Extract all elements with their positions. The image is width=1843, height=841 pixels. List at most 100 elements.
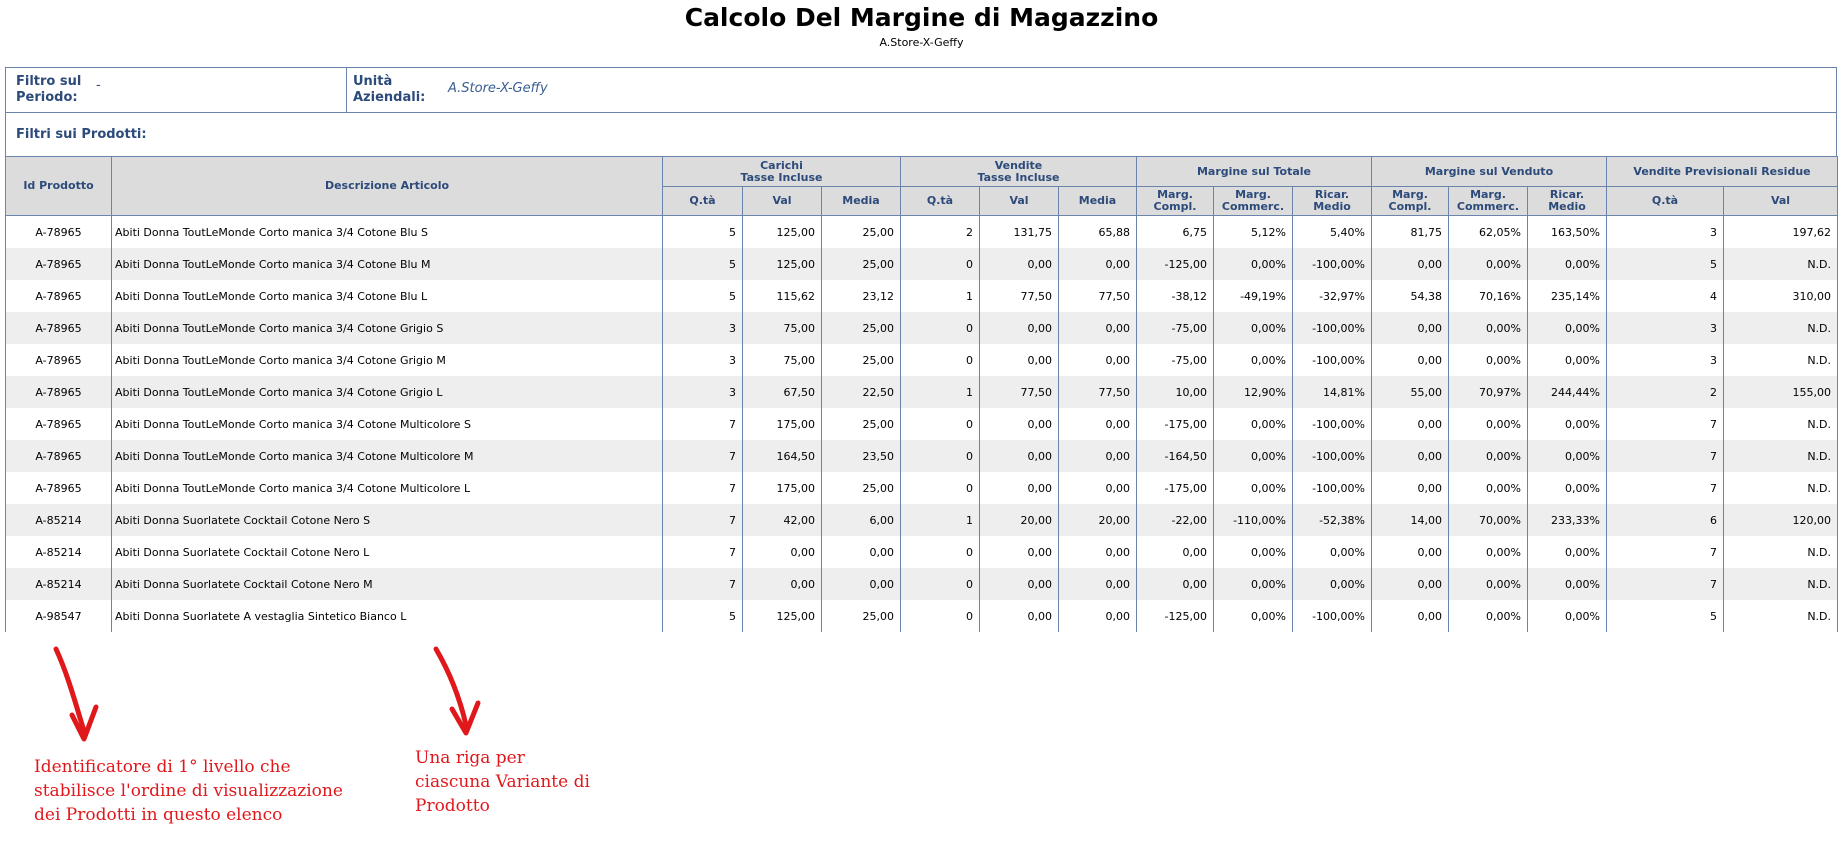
cell-tot-marg-commerc: 0,00% — [1213, 312, 1293, 344]
cell-tot-marg-commerc: 0,00% — [1213, 536, 1293, 568]
cell-carichi-qta: 5 — [662, 215, 743, 248]
cell-prev-val: 197,62 — [1722, 215, 1839, 248]
cell-desc: Abiti Donna Suorlatete Cocktail Cotone N… — [111, 504, 663, 536]
cell-carichi-qta: 3 — [662, 312, 743, 344]
col-vend-ricar-medio: Ricar. Medio — [1527, 186, 1607, 216]
cell-vend-marg-commerc: 70,16% — [1448, 280, 1528, 312]
header-row-groups: Id Prodotto Descrizione Articolo Carichi… — [5, 156, 1839, 216]
cell-vend-marg-commerc: 0,00% — [1448, 472, 1528, 504]
cell-tot-marg-commerc: 0,00% — [1213, 344, 1293, 376]
cell-id: A-78965 — [5, 280, 112, 312]
cell-tot-marg-compl: -75,00 — [1136, 344, 1214, 376]
table-row: A-78965 Abiti Donna ToutLeMonde Corto man… — [5, 280, 1839, 312]
table-row: A-85214 Abiti Donna Suorlatete Cocktail C… — [5, 536, 1839, 568]
cell-prev-val: N.D. — [1722, 248, 1839, 280]
cell-carichi-val: 115,62 — [742, 280, 822, 312]
cell-id: A-78965 — [5, 376, 112, 408]
cell-tot-ricar-medio: -52,38% — [1292, 504, 1372, 536]
cell-desc: Abiti Donna ToutLeMonde Corto manica 3/4… — [111, 440, 663, 472]
cell-vendite-val: 0,00 — [979, 312, 1059, 344]
cell-tot-marg-compl: 0,00 — [1136, 536, 1214, 568]
col-vendite-media: Media — [1058, 186, 1137, 216]
cell-vend-marg-commerc: 70,00% — [1448, 504, 1528, 536]
cell-tot-ricar-medio: -32,97% — [1292, 280, 1372, 312]
cell-carichi-media: 25,00 — [821, 408, 901, 440]
cell-vendite-media: 0,00 — [1058, 312, 1137, 344]
cell-vend-ricar-medio: 0,00% — [1527, 472, 1607, 504]
cell-vend-marg-compl: 81,75 — [1371, 215, 1449, 248]
table-row: A-78965 Abiti Donna ToutLeMonde Corto man… — [5, 440, 1839, 472]
cell-tot-ricar-medio: -100,00% — [1292, 440, 1372, 472]
cell-tot-marg-commerc: 0,00% — [1213, 472, 1293, 504]
col-desc-header: Descrizione Articolo — [111, 156, 663, 216]
cell-vend-ricar-medio: 233,33% — [1527, 504, 1607, 536]
cell-vendite-val: 77,50 — [979, 280, 1059, 312]
cell-tot-marg-compl: -164,50 — [1136, 440, 1214, 472]
cell-vend-ricar-medio: 0,00% — [1527, 568, 1607, 600]
col-prev-qta: Q.tà — [1606, 186, 1724, 216]
cell-vendite-media: 0,00 — [1058, 440, 1137, 472]
cell-carichi-media: 25,00 — [821, 215, 901, 248]
table-row: A-78965 Abiti Donna ToutLeMonde Corto man… — [5, 472, 1839, 504]
cell-vend-ricar-medio: 0,00% — [1527, 344, 1607, 376]
cell-tot-ricar-medio: -100,00% — [1292, 408, 1372, 440]
cell-carichi-qta: 7 — [662, 504, 743, 536]
cell-desc: Abiti Donna ToutLeMonde Corto manica 3/4… — [111, 312, 663, 344]
cell-desc: Abiti Donna Suorlatete Cocktail Cotone N… — [111, 568, 663, 600]
cell-tot-marg-compl: 10,00 — [1136, 376, 1214, 408]
table-row: A-78965 Abiti Donna ToutLeMonde Corto man… — [5, 248, 1839, 280]
cell-id: A-78965 — [5, 248, 112, 280]
cell-vendite-val: 131,75 — [979, 215, 1059, 248]
left-annotation-arrow — [53, 646, 99, 742]
left-annotation: Identificatore di 1° livello che stabili… — [34, 757, 343, 825]
col-tot-marg-compl: Marg. Compl. — [1136, 186, 1214, 216]
cell-carichi-val: 0,00 — [742, 536, 822, 568]
cell-prev-qta: 5 — [1606, 600, 1724, 632]
cell-tot-marg-compl: -22,00 — [1136, 504, 1214, 536]
cell-vend-marg-compl: 0,00 — [1371, 344, 1449, 376]
cell-vendite-qta: 0 — [900, 248, 980, 280]
report-subtitle: A.Store-X-Geffy — [879, 36, 964, 49]
cell-vendite-media: 77,50 — [1058, 280, 1137, 312]
cell-prev-qta: 7 — [1606, 472, 1724, 504]
cell-vend-ricar-medio: 0,00% — [1527, 408, 1607, 440]
cell-vendite-val: 0,00 — [979, 600, 1059, 632]
cell-prev-val: N.D. — [1722, 408, 1839, 440]
cell-desc: Abiti Donna ToutLeMonde Corto manica 3/4… — [111, 408, 663, 440]
col-carichi-qta: Q.tà — [662, 186, 743, 216]
filter-divider — [346, 68, 347, 112]
cell-vend-marg-commerc: 0,00% — [1448, 344, 1528, 376]
cell-carichi-qta: 7 — [662, 536, 743, 568]
table-body: A-78965 Abiti Donna ToutLeMonde Corto man… — [5, 215, 1839, 632]
table-row: A-78965 Abiti Donna ToutLeMonde Corto man… — [5, 312, 1839, 344]
cell-vendite-qta: 2 — [900, 215, 980, 248]
cell-id: A-85214 — [5, 568, 112, 600]
margin-table: Id Prodotto Descrizione Articolo Carichi… — [5, 156, 1839, 632]
cell-tot-marg-compl: -38,12 — [1136, 280, 1214, 312]
cell-carichi-val: 175,00 — [742, 472, 822, 504]
cell-vend-ricar-medio: 244,44% — [1527, 376, 1607, 408]
cell-carichi-val: 67,50 — [742, 376, 822, 408]
cell-tot-ricar-medio: -100,00% — [1292, 248, 1372, 280]
cell-carichi-media: 6,00 — [821, 504, 901, 536]
cell-prev-qta: 3 — [1606, 312, 1724, 344]
cell-vendite-media: 0,00 — [1058, 248, 1137, 280]
cell-tot-ricar-medio: -100,00% — [1292, 312, 1372, 344]
cell-carichi-qta: 7 — [662, 408, 743, 440]
cell-vendite-val: 0,00 — [979, 568, 1059, 600]
cell-vend-marg-compl: 0,00 — [1371, 440, 1449, 472]
cell-id: A-78965 — [5, 408, 112, 440]
cell-carichi-val: 75,00 — [742, 344, 822, 376]
cell-tot-marg-compl: -125,00 — [1136, 600, 1214, 632]
cell-prev-val: 120,00 — [1722, 504, 1839, 536]
cell-vend-marg-compl: 0,00 — [1371, 568, 1449, 600]
cell-tot-ricar-medio: -100,00% — [1292, 600, 1372, 632]
cell-tot-ricar-medio: 0,00% — [1292, 568, 1372, 600]
cell-carichi-qta: 3 — [662, 376, 743, 408]
cell-tot-ricar-medio: 14,81% — [1292, 376, 1372, 408]
cell-tot-marg-compl: -175,00 — [1136, 408, 1214, 440]
cell-id: A-78965 — [5, 312, 112, 344]
cell-vend-marg-commerc: 0,00% — [1448, 440, 1528, 472]
cell-prev-qta: 2 — [1606, 376, 1724, 408]
cell-vend-ricar-medio: 0,00% — [1527, 440, 1607, 472]
